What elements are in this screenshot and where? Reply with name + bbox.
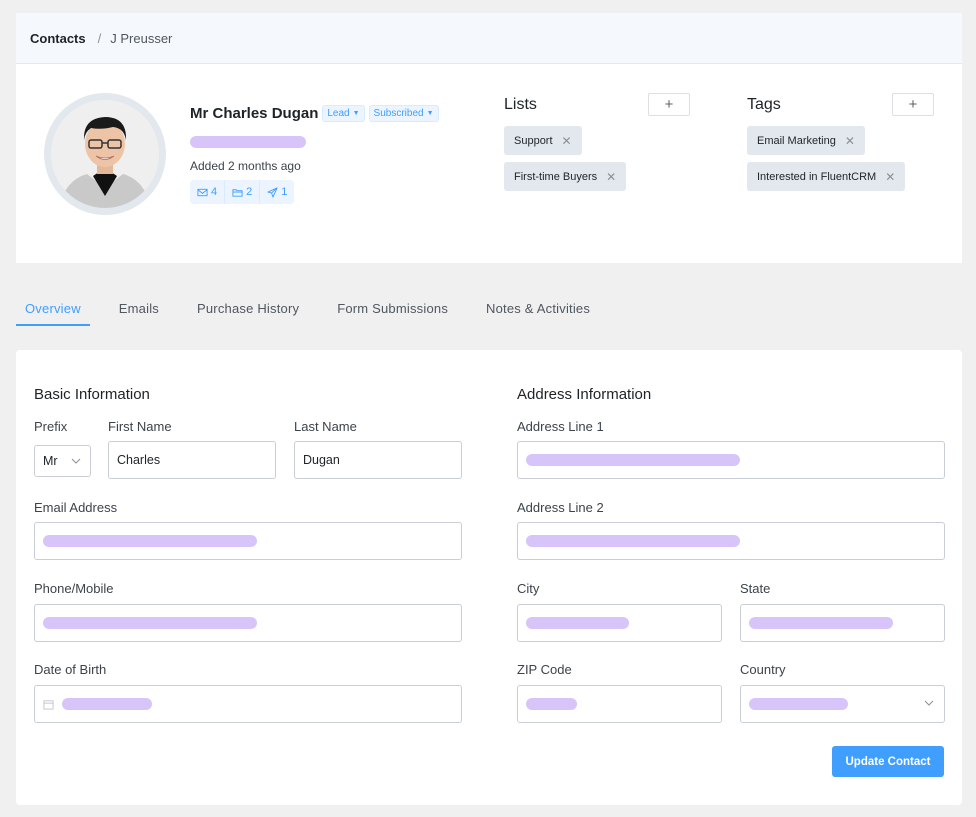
tab-overview[interactable]: Overview [16, 292, 90, 326]
forms-count: 1 [281, 186, 288, 198]
contact-email-redacted [190, 136, 306, 148]
tags-title: Tags [747, 96, 781, 113]
list-chip-label: Support [514, 134, 553, 147]
calendar-icon [43, 699, 54, 710]
remove-list-icon[interactable]: ✕ [562, 134, 572, 148]
add-tag-button[interactable]: + [892, 93, 934, 116]
first-name-field[interactable]: Charles [108, 441, 276, 479]
country-redacted [749, 698, 848, 710]
status-value: Lead [327, 108, 350, 119]
added-date: Added 2 months ago [190, 159, 301, 173]
contact-name-row: Mr Charles Dugan Lead ▼ Subscribed ▼ [190, 105, 439, 122]
first-name-label: First Name [108, 419, 172, 434]
dob-label: Date of Birth [34, 662, 107, 677]
first-name-value: Charles [117, 453, 161, 467]
address-line1-redacted [526, 454, 740, 466]
emails-count: 4 [211, 186, 218, 198]
address-info-title: Address Information [517, 386, 652, 403]
tab-notes-activities[interactable]: Notes & Activities [477, 292, 599, 326]
contact-form: Basic Information Prefix First Name Last… [16, 350, 962, 805]
lists-title: Lists [504, 96, 537, 113]
tag-chip: Email Marketing ✕ [747, 126, 865, 155]
tab-form-submissions[interactable]: Form Submissions [328, 292, 457, 326]
add-list-button[interactable]: + [648, 93, 690, 116]
zip-redacted [526, 698, 577, 710]
update-contact-button[interactable]: Update Contact [832, 746, 944, 777]
tag-chip: Interested in FluentCRM ✕ [747, 162, 906, 191]
basic-info-title: Basic Information [34, 386, 150, 403]
prefix-label: Prefix [34, 419, 68, 434]
phone-field[interactable] [34, 604, 462, 642]
zip-field[interactable] [517, 685, 722, 723]
subscription-value: Subscribed [373, 108, 424, 119]
breadcrumb-current: J Preusser [110, 30, 173, 46]
purchases-count-stat[interactable]: 2 [225, 180, 261, 204]
caret-down-icon: ▼ [426, 110, 434, 117]
country-select[interactable] [740, 685, 945, 723]
remove-list-icon[interactable]: ✕ [606, 170, 616, 184]
email-field[interactable] [34, 522, 462, 560]
phone-label: Phone/Mobile [34, 581, 114, 596]
caret-down-icon: ▼ [352, 110, 360, 117]
state-field[interactable] [740, 604, 945, 642]
list-chip: Support ✕ [504, 126, 582, 155]
breadcrumb-separator: / [97, 30, 102, 46]
address-line1-label: Address Line 1 [517, 419, 604, 434]
state-label: State [740, 581, 771, 596]
purchases-count: 2 [246, 186, 253, 198]
send-icon [267, 186, 278, 198]
plus-icon: + [664, 96, 674, 113]
subscription-dropdown[interactable]: Subscribed ▼ [368, 105, 439, 122]
remove-tag-icon[interactable]: ✕ [845, 134, 855, 148]
folder-icon [232, 188, 243, 197]
email-value-redacted [43, 535, 257, 547]
address-line2-redacted [526, 535, 740, 547]
list-chip: First-time Buyers ✕ [504, 162, 627, 191]
last-name-field[interactable]: Dugan [294, 441, 462, 479]
chevron-down-icon [924, 700, 934, 706]
envelope-icon [197, 188, 208, 196]
country-label: Country [740, 662, 786, 677]
tab-purchase-history[interactable]: Purchase History [188, 292, 308, 326]
plus-icon: + [908, 96, 918, 113]
tag-chip-label: Email Marketing [757, 134, 836, 147]
list-chip-label: First-time Buyers [514, 170, 598, 183]
emails-count-stat[interactable]: 4 [190, 180, 226, 204]
remove-tag-icon[interactable]: ✕ [885, 170, 895, 184]
breadcrumb: Contacts / J Preusser [16, 13, 962, 64]
email-label: Email Address [34, 500, 118, 515]
zip-label: ZIP Code [517, 662, 572, 677]
state-redacted [749, 617, 893, 629]
phone-value-redacted [43, 617, 257, 629]
city-redacted [526, 617, 629, 629]
address-line2-field[interactable] [517, 522, 945, 560]
contact-name: Mr Charles Dugan [190, 105, 319, 122]
tag-chip-label: Interested in FluentCRM [757, 170, 877, 183]
contact-tabs: Overview Emails Purchase History Form Su… [16, 292, 619, 326]
dob-value-redacted [62, 698, 152, 710]
last-name-value: Dugan [303, 453, 340, 467]
last-name-label: Last Name [294, 419, 357, 434]
breadcrumb-contacts-link[interactable]: Contacts [30, 31, 86, 46]
contact-profile-card: Mr Charles Dugan Lead ▼ Subscribed ▼ Add… [16, 64, 962, 263]
chevron-down-icon [71, 458, 81, 464]
avatar [44, 93, 166, 215]
contact-stats: 4 2 1 [190, 180, 295, 204]
status-dropdown[interactable]: Lead ▼ [322, 105, 365, 122]
city-label: City [517, 581, 540, 596]
prefix-value: Mr [43, 454, 58, 468]
tab-emails[interactable]: Emails [110, 292, 168, 326]
address-line2-label: Address Line 2 [517, 500, 604, 515]
date-of-birth-field[interactable] [34, 685, 462, 723]
forms-count-stat[interactable]: 1 [260, 180, 294, 204]
address-line1-field[interactable] [517, 441, 945, 479]
prefix-select[interactable]: Mr [34, 445, 91, 477]
contact-photo [51, 100, 159, 208]
city-field[interactable] [517, 604, 722, 642]
